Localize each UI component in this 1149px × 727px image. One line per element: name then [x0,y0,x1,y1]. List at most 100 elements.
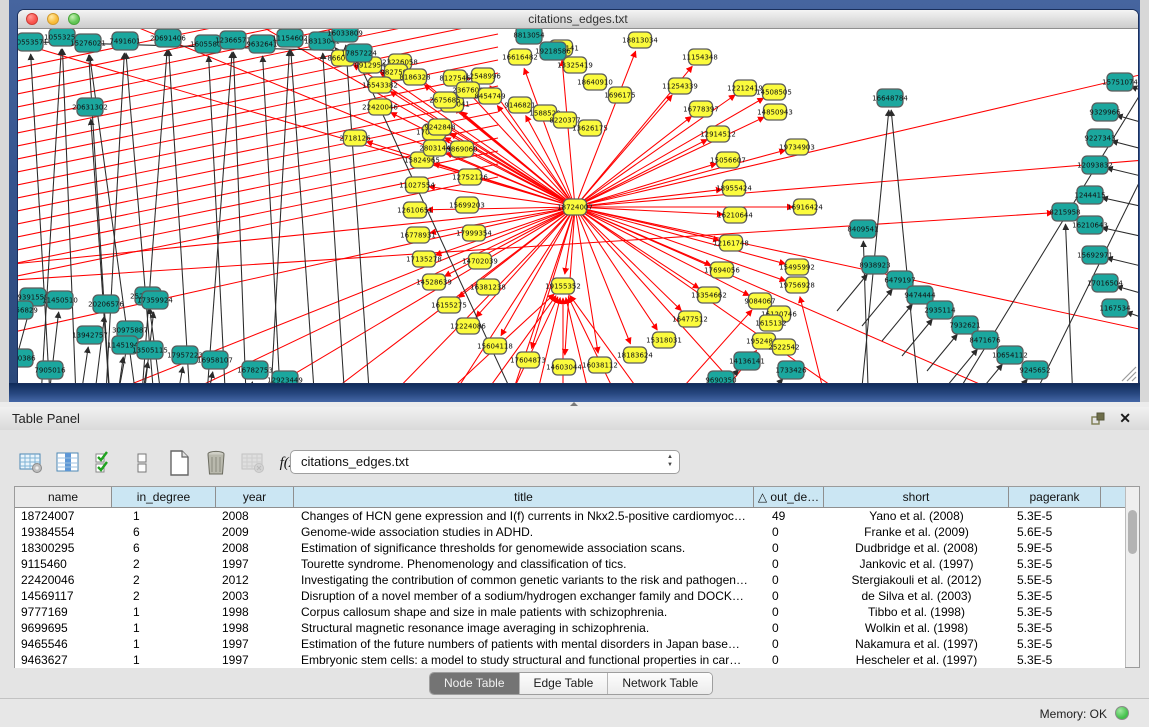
network-node[interactable]: 2522542 [768,339,799,355]
network-node[interactable]: 1615132 [755,315,786,331]
table-row[interactable]: 1830029562008Estimation of significance … [15,540,1125,556]
network-node[interactable]: 2935114 [924,301,956,319]
network-node[interactable]: 19218586 [535,42,571,60]
network-node[interactable]: 7491601 [109,32,140,50]
network-node[interactable]: 15318031 [646,332,682,348]
table-row[interactable]: 2242004622012Investigating the contribut… [15,572,1125,588]
network-node[interactable]: 11254339 [662,78,698,94]
network-node[interactable]: 9329966 [1089,103,1121,121]
network-node[interactable]: 16381238 [470,279,506,295]
network-node[interactable]: 20631302 [72,98,108,116]
table-row[interactable]: 1456911722003Disruption of a novel membe… [15,588,1125,604]
table-selector[interactable]: citations_edges.txt ▲▼ [290,450,680,474]
tab-node-table[interactable]: Node Table [430,673,519,694]
network-node[interactable]: 9690350 [705,371,736,383]
column-header-1[interactable]: in_degree [112,487,216,508]
resize-grip-icon[interactable] [1132,377,1136,381]
column-header-2[interactable]: year [216,487,294,508]
network-node[interactable]: 14702039 [462,253,498,269]
float-panel-icon[interactable] [1091,412,1105,425]
network-node[interactable]: 19756928 [779,277,815,293]
network-node[interactable]: 1244415 [1074,186,1105,204]
memory-status-indicator[interactable] [1115,706,1129,720]
network-node[interactable]: 17135278 [406,251,442,267]
network-canvas[interactable]: 1872400719135141166164821254899618516041… [18,29,1138,383]
network-node[interactable]: 12161748 [713,235,749,251]
network-node[interactable]: 16648784 [872,89,908,107]
column-header-6[interactable]: pagerank [1009,487,1101,508]
network-node[interactable]: 16616482 [502,49,538,65]
network-node[interactable]: 9227343 [1084,129,1115,147]
network-node[interactable]: 16210643 [1072,216,1108,234]
network-node[interactable]: 17016504 [1087,274,1123,292]
network-node[interactable]: 12224086 [450,318,486,334]
network-node[interactable]: 10654112 [992,346,1028,364]
network-node[interactable]: 20206576 [88,295,124,313]
column-header-0[interactable]: name [15,487,112,508]
table-row[interactable]: 946362711997Embryonic stem cells: a mode… [15,652,1125,668]
network-node[interactable]: 16038112 [582,357,618,373]
network-node[interactable]: 17604873 [510,352,546,368]
network-node[interactable]: 8186328 [399,69,430,85]
network-node[interactable]: 8409541 [847,220,878,238]
network-node[interactable]: 13505115 [132,341,168,359]
table-row[interactable]: 946554611997Estimation of the future num… [15,636,1125,652]
network-node[interactable]: 15276021 [70,34,106,52]
network-node[interactable]: 2675685 [429,92,460,108]
network-node[interactable]: 8454749 [474,88,505,104]
column-header-4[interactable]: △ out_de… [754,487,824,508]
network-node[interactable]: 15604118 [477,338,513,354]
network-node[interactable]: 8471676 [969,331,1001,349]
network-node[interactable]: 18813034 [622,32,658,48]
tab-network-table[interactable]: Network Table [607,673,712,694]
network-node[interactable]: 16958107 [197,351,233,369]
network-node[interactable]: 18183624 [617,347,653,363]
table-settings-icon[interactable] [18,450,44,476]
table-row[interactable]: 911546021997Tourette syndrome. Phenomeno… [15,556,1125,572]
table-row[interactable]: 977716911998Corpus callosum shape and si… [15,604,1125,620]
network-node[interactable]: 11450510 [42,291,78,309]
network-node[interactable]: 17857224 [341,44,377,62]
network-node[interactable]: 14528639 [416,274,452,290]
network-node[interactable]: 13354662 [691,287,727,303]
new-file-icon[interactable] [166,450,192,476]
network-window-titlebar[interactable]: citations_edges.txt [18,10,1138,29]
network-node[interactable]: 14603044 [546,359,582,375]
table-scrollbar[interactable] [1125,487,1139,667]
resize-grip-icon[interactable] [1127,372,1136,381]
network-node[interactable]: 12610651 [397,202,433,218]
network-node[interactable]: 9080386 [18,349,36,367]
show-columns-icon[interactable] [55,450,81,476]
network-node[interactable]: 1733426 [775,361,807,379]
table-row[interactable]: 1872400712008Changes of HCN gene express… [15,508,1125,524]
network-node[interactable]: 16778931 [400,227,436,243]
network-node[interactable]: 11154602 [272,29,308,47]
network-node[interactable]: 15699203 [449,197,485,213]
network-node[interactable]: 15751074 [1102,73,1138,91]
network-node[interactable]: 16033809 [327,29,363,42]
network-node[interactable]: 18640910 [577,74,613,90]
network-node[interactable]: 9869060 [446,141,477,157]
network-node[interactable]: 1167534 [1099,299,1131,317]
column-header-5[interactable]: short [824,487,1009,508]
network-node[interactable]: 12923449 [267,371,303,383]
network-node[interactable]: 15495992 [779,259,815,275]
network-node[interactable]: 1696175 [604,87,635,103]
network-node[interactable]: 8215958 [1049,203,1080,221]
checkbox-list-icon[interactable] [129,450,155,476]
table-row[interactable]: 969969511998Structural magnetic resonanc… [15,620,1125,636]
network-node[interactable]: 2718126 [339,130,371,146]
network-node[interactable]: 9245652 [1019,361,1050,379]
network-node[interactable]: 12093832 [1077,156,1113,174]
select-checks-icon[interactable] [92,450,118,476]
network-node[interactable]: 8813054 [513,29,545,44]
network-node[interactable]: 16210644 [717,207,753,223]
network-node[interactable]: 15056607 [710,152,746,168]
table-scrollbar-thumb[interactable] [1128,510,1137,554]
network-node[interactable]: 12914512 [700,126,736,142]
network-node[interactable]: 9242848 [424,119,455,135]
network-node[interactable]: 18955424 [716,180,752,196]
network-node[interactable]: 16916424 [787,199,823,215]
column-header-3[interactable]: title [294,487,754,508]
network-node[interactable]: 16155275 [431,297,467,313]
